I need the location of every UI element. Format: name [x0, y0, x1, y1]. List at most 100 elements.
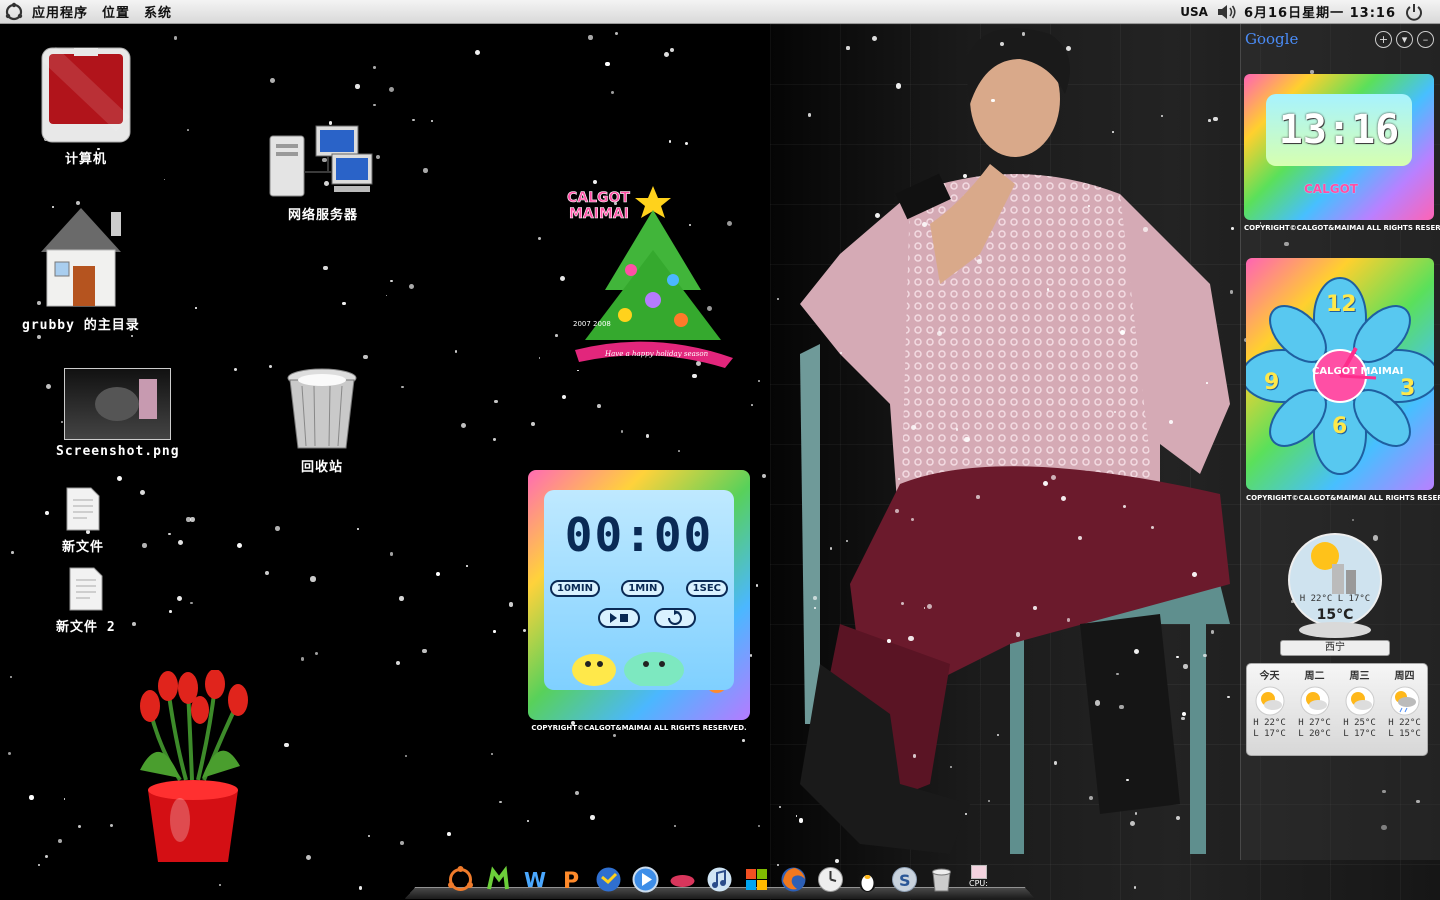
snowflake	[423, 168, 428, 173]
menu-places[interactable]: 位置	[102, 2, 130, 21]
desktop-icon-newfile1[interactable]: 新文件	[62, 486, 104, 555]
snowflake	[447, 831, 452, 836]
snowflake	[1206, 382, 1208, 384]
forecast-lo-4: L 15°C	[1388, 729, 1421, 739]
forecast-hi-1: H 22°C	[1253, 718, 1286, 728]
weather-hi-lo: H 22°C L 17°C	[1299, 594, 1371, 604]
media-player-dock-icon[interactable]	[631, 865, 660, 894]
desktop-icon-computer[interactable]: 计算机	[40, 44, 132, 167]
forecast-day-3: 周三	[1349, 671, 1370, 682]
timer-1min-button[interactable]: 1MIN	[621, 580, 665, 597]
snowflake	[358, 886, 362, 890]
timer-monsters-icon	[572, 652, 684, 686]
snowflake	[176, 595, 183, 602]
gimp-dock-icon[interactable]	[483, 865, 512, 894]
desktop-icon-screenshot[interactable]: Screenshot.png	[56, 368, 180, 459]
weather-city: 西宁	[1325, 642, 1345, 653]
snowflake	[1021, 32, 1026, 36]
snowflake	[761, 474, 766, 479]
snowflake	[300, 657, 305, 661]
partly-cloudy-icon	[1255, 686, 1284, 716]
weather-city-selector[interactable]: 西宁	[1280, 640, 1390, 656]
snowflake	[169, 609, 173, 613]
snowflake	[390, 279, 394, 283]
timer-play-stop-button[interactable]	[598, 608, 640, 628]
snowflake	[976, 495, 980, 499]
computer-icon	[41, 46, 131, 143]
snowflake	[454, 350, 457, 353]
impress-dock-icon[interactable]: P	[557, 865, 586, 894]
snowflake	[163, 178, 166, 181]
snowflake	[355, 84, 360, 89]
ubuntu-logo-icon[interactable]	[4, 2, 24, 22]
snowflake	[236, 543, 242, 549]
snowflake	[310, 576, 316, 582]
snowflake	[36, 334, 41, 339]
skype-dock-icon[interactable]: S	[890, 865, 919, 894]
weather-globe-widget[interactable]: H 22°C L 17°C 15°C 西宁	[1280, 530, 1390, 656]
sidebar-menu-button[interactable]: ▾	[1396, 30, 1413, 48]
snowflake	[400, 840, 404, 845]
snowflake	[1203, 653, 1207, 658]
snowflake	[531, 422, 535, 427]
volume-icon[interactable]	[1216, 3, 1238, 21]
forecast-day-4: 周四	[1394, 671, 1415, 682]
calgot-tree-widget[interactable]: CALGOT MAIMAI Have a happy holiday seaso…	[565, 180, 740, 390]
trash-dock-icon[interactable]	[927, 865, 956, 894]
snowflake	[274, 526, 280, 531]
email-dock-icon[interactable]	[594, 865, 623, 894]
desktop-icon-trash[interactable]: 回收站	[284, 366, 360, 475]
calgot-timer-widget[interactable]: 00:00 10MIN 1MIN 1SEC COPYRIGHT©CALGOT&M…	[528, 470, 750, 732]
snowflake	[758, 824, 761, 828]
snowflake	[389, 552, 394, 556]
snowflake	[1133, 648, 1140, 655]
windows-app-dock-icon[interactable]	[742, 865, 771, 894]
snowflake	[1112, 131, 1114, 133]
snowflake	[45, 511, 49, 515]
desktop-label-newfile1: 新文件	[62, 540, 105, 555]
snowflake	[269, 365, 273, 369]
sidebar-minimize-button[interactable]: –	[1417, 30, 1434, 48]
cpu-monitor-dock-item[interactable]: CPU:	[964, 865, 993, 894]
svg-text:MAIMAI: MAIMAI	[569, 206, 629, 222]
forecast-lo-3: L 17°C	[1343, 729, 1376, 739]
snowflake	[131, 622, 136, 627]
snowflake	[620, 430, 623, 433]
calgot-digital-clock-widget[interactable]: 13:16 CALGOT COPYRIGHT©CALGOT&MAIMAI ALL…	[1244, 74, 1440, 232]
desktop-icon-newfile2[interactable]: 新文件 2	[56, 566, 116, 635]
calgot-analog-clock-widget[interactable]: 12 3 6 9 CALGOT MAIMAI COPYRIGHT©CALGOT&…	[1241, 258, 1440, 502]
snowflake	[522, 628, 526, 633]
writer-dock-icon[interactable]: W	[520, 865, 549, 894]
qq-penguin-dock-icon[interactable]	[853, 865, 882, 894]
pill-dock-icon[interactable]	[668, 865, 697, 894]
ubuntu-dock-icon[interactable]	[446, 865, 475, 894]
snowflake	[1181, 711, 1186, 717]
snowflake	[538, 357, 541, 359]
clock-dock-icon[interactable]	[816, 865, 845, 894]
snowflake	[385, 294, 388, 297]
keyboard-layout-indicator[interactable]: USA	[1180, 5, 1208, 19]
snowflake	[555, 334, 558, 337]
snowflake	[10, 676, 13, 679]
menu-system[interactable]: 系统	[144, 2, 172, 21]
snowflake	[922, 222, 927, 227]
partly-cloudy-icon	[1300, 686, 1329, 716]
sidebar-add-gadget-button[interactable]: +	[1375, 30, 1392, 48]
snowflake	[846, 46, 850, 50]
power-icon[interactable]	[1404, 2, 1424, 22]
music-dock-icon[interactable]	[705, 865, 734, 894]
snowflake	[812, 596, 817, 600]
snowflake	[795, 815, 798, 817]
desktop-icon-network[interactable]: 网络服务器	[268, 122, 378, 223]
timer-1sec-button[interactable]: 1SEC	[685, 580, 728, 597]
analog-brand: CALGOT MAIMAI	[1312, 366, 1404, 377]
snowflake	[177, 539, 184, 545]
panel-clock[interactable]: 6月16日星期一 13:16	[1244, 2, 1396, 21]
snowflake	[435, 571, 440, 576]
snowflake	[684, 141, 688, 146]
timer-reset-button[interactable]	[654, 608, 696, 628]
firefox-dock-icon[interactable]	[779, 865, 808, 894]
timer-10min-button[interactable]: 10MIN	[550, 580, 600, 597]
menu-applications[interactable]: 应用程序	[32, 2, 88, 21]
desktop-icon-home[interactable]: grubby 的主目录	[22, 204, 140, 333]
